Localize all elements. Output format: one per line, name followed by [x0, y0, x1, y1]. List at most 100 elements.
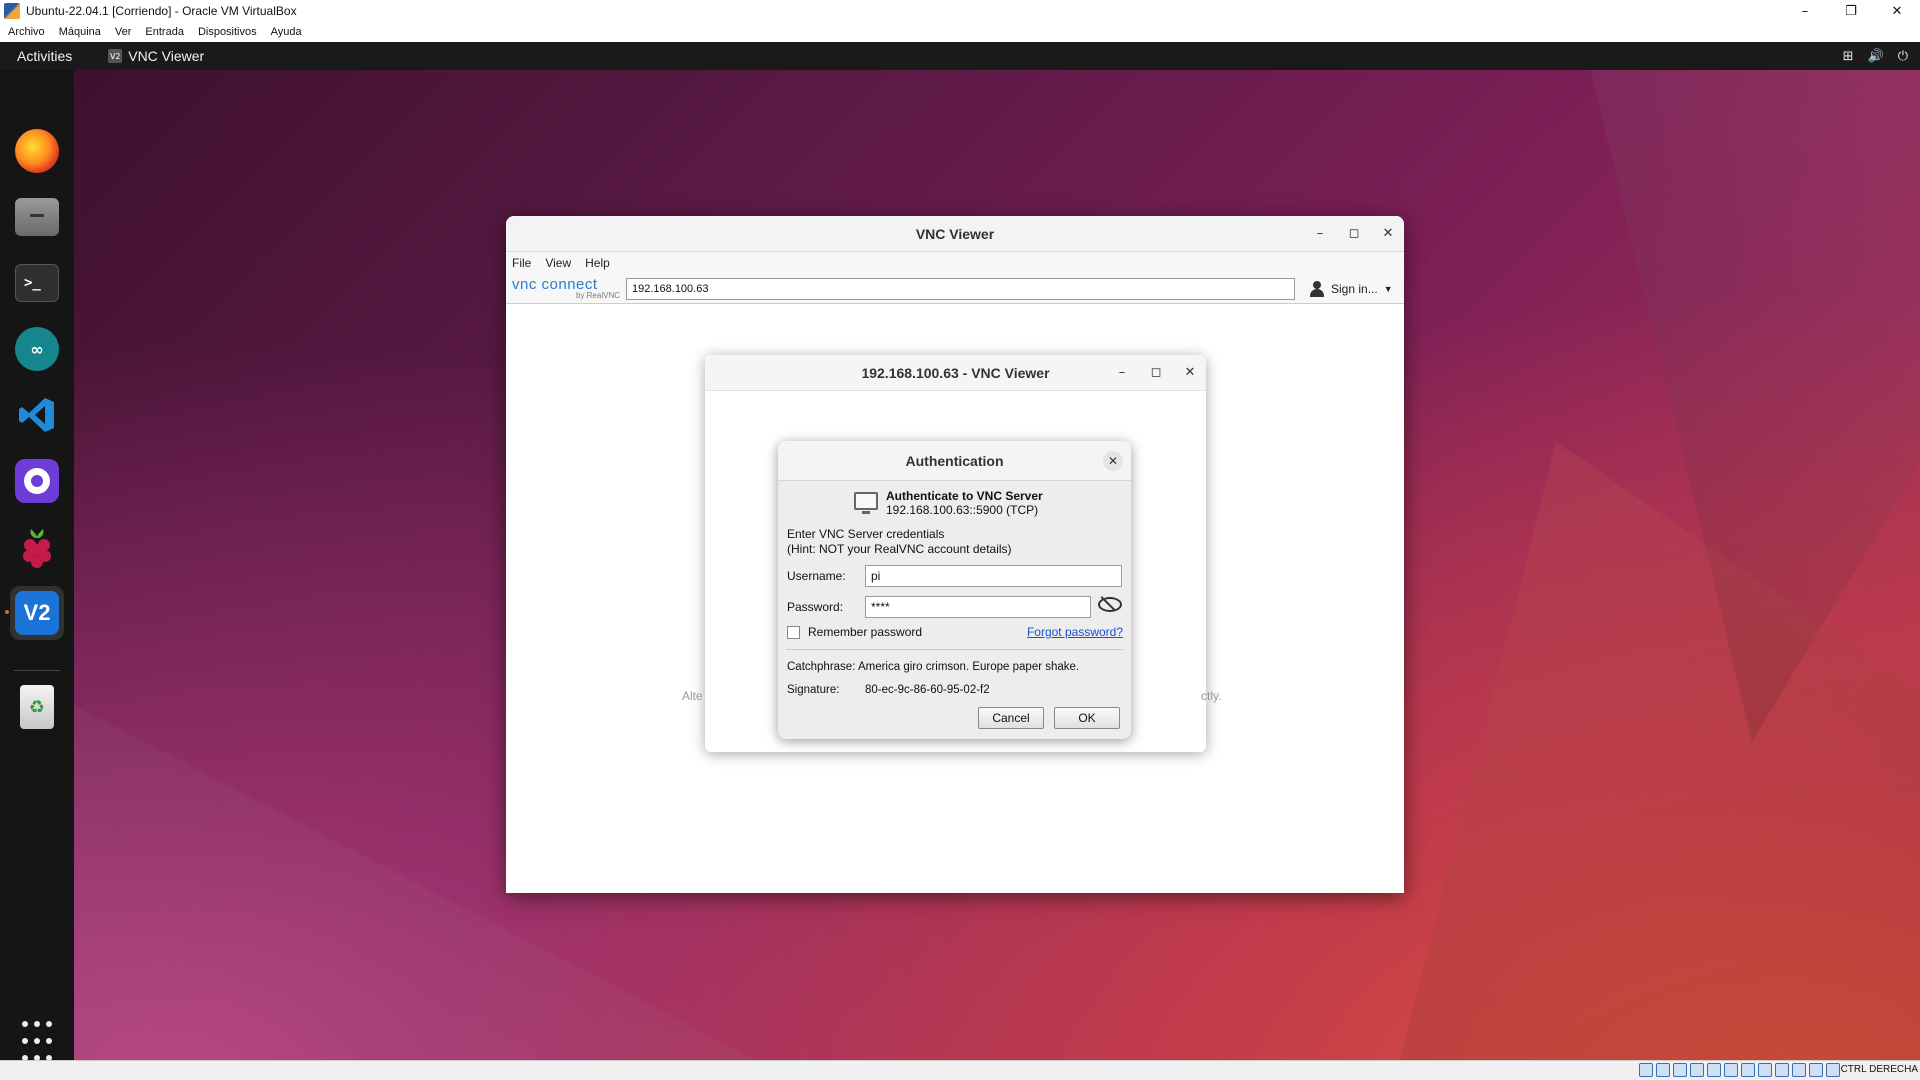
host-menu-archivo[interactable]: Archivo: [8, 26, 45, 38]
auth-titlebar[interactable]: Authentication ✕: [778, 441, 1131, 481]
vscode-icon: [15, 393, 59, 437]
obscured-text-right: ctly.: [1201, 689, 1222, 703]
authentication-dialog: Authentication ✕ Authenticate to VNC Ser…: [778, 441, 1131, 739]
minimize-icon[interactable]: –: [1312, 226, 1328, 241]
trash-icon: ♻: [20, 685, 54, 729]
host-titlebar: Ubuntu-22.04.1 [Corriendo] - Oracle VM V…: [0, 0, 1920, 22]
remember-password-label: Remember password: [808, 625, 923, 639]
dock-item-raspberry-pi-imager[interactable]: [10, 520, 64, 574]
sign-in-button[interactable]: Sign in... ▼: [1309, 280, 1393, 297]
device-icon[interactable]: [1639, 1063, 1653, 1077]
terminal-icon: >_: [15, 264, 59, 302]
close-icon[interactable]: ✕: [1182, 365, 1198, 380]
password-label: Password:: [787, 600, 844, 614]
device-icon[interactable]: [1809, 1063, 1823, 1077]
username-label: Username:: [787, 569, 846, 583]
obscured-text-left: Alte: [682, 689, 703, 703]
app-menu[interactable]: V2 VNC Viewer: [108, 48, 204, 64]
host-close-button[interactable]: ✕: [1874, 0, 1920, 22]
cancel-button[interactable]: Cancel: [978, 707, 1044, 729]
signature-value: 80-ec-9c-86-60-95-02-f2: [865, 684, 990, 696]
host-key-label: CTRL DERECHA: [1840, 1064, 1918, 1075]
dock-item-github[interactable]: [10, 454, 64, 508]
volume-icon[interactable]: 🔊: [1868, 49, 1884, 64]
connection-window-title: 192.168.100.63 - VNC Viewer: [861, 364, 1050, 381]
dock-item-vnc-viewer[interactable]: V2: [5, 586, 64, 640]
host-menu-ver[interactable]: Ver: [115, 26, 132, 38]
firefox-icon: [15, 129, 59, 173]
close-icon[interactable]: ✕: [1103, 451, 1123, 471]
device-icon[interactable]: [1775, 1063, 1789, 1077]
host-menu-maquina[interactable]: Máquina: [59, 26, 101, 38]
virtualbox-icon: [4, 3, 20, 19]
power-icon[interactable]: ⏻: [1898, 49, 1908, 64]
menu-file[interactable]: File: [512, 256, 531, 270]
vnc-menubar: File View Help: [506, 252, 1404, 274]
device-icon[interactable]: [1758, 1063, 1772, 1077]
vnc-viewer-titlebar[interactable]: VNC Viewer – ◻ ✕: [506, 216, 1404, 252]
password-field[interactable]: ****: [865, 596, 1091, 618]
device-icon[interactable]: [1741, 1063, 1755, 1077]
divider: [786, 649, 1123, 650]
chevron-down-icon: ▼: [1383, 283, 1393, 294]
host-status-bar: CTRL DERECHA: [0, 1060, 1920, 1080]
app-grid-icon: [15, 1019, 59, 1060]
connection-titlebar[interactable]: 192.168.100.63 - VNC Viewer – ◻ ✕: [705, 355, 1206, 391]
github-icon: [15, 459, 59, 503]
menu-help[interactable]: Help: [585, 256, 610, 270]
maximize-icon[interactable]: ◻: [1346, 226, 1362, 241]
running-indicator: [5, 610, 9, 614]
device-indicators: [1639, 1063, 1840, 1077]
close-icon[interactable]: ✕: [1380, 226, 1396, 241]
menu-view[interactable]: View: [545, 256, 571, 270]
ok-button[interactable]: OK: [1054, 707, 1120, 729]
dock-item-firefox[interactable]: [10, 124, 64, 178]
sign-in-label: Sign in...: [1331, 281, 1378, 296]
dock-item-terminal[interactable]: >_: [10, 256, 64, 310]
system-tray[interactable]: ⊞ 🔊 ⏻: [1843, 42, 1908, 70]
monitor-icon: [854, 492, 878, 514]
host-menu-dispositivos[interactable]: Dispositivos: [198, 26, 257, 38]
device-icon[interactable]: [1673, 1063, 1687, 1077]
ubuntu-dock: >_ ∞ V2 ♻: [0, 70, 74, 1060]
host-minimize-button[interactable]: –: [1782, 0, 1828, 22]
device-icon[interactable]: [1724, 1063, 1738, 1077]
forgot-password-link[interactable]: Forgot password?: [1027, 625, 1123, 639]
device-icon[interactable]: [1690, 1063, 1704, 1077]
remember-password-checkbox[interactable]: Remember password: [787, 625, 922, 639]
host-restore-button[interactable]: ❐: [1828, 0, 1874, 22]
dock-item-vscode[interactable]: [10, 388, 64, 442]
server-address: 192.168.100.63::5900 (TCP): [886, 503, 1039, 517]
device-icon[interactable]: [1792, 1063, 1806, 1077]
host-window-controls: – ❐ ✕: [1782, 0, 1920, 22]
address-input[interactable]: 192.168.100.63: [626, 277, 1295, 300]
maximize-icon[interactable]: ◻: [1148, 365, 1164, 380]
vnc-toolbar: vnc connect by RealVNC 192.168.100.63 Si…: [506, 274, 1404, 304]
activities-button[interactable]: Activities: [17, 48, 72, 64]
device-icon[interactable]: [1826, 1063, 1840, 1077]
host-window-title: Ubuntu-22.04.1 [Corriendo] - Oracle VM V…: [26, 4, 297, 18]
host-menu-entrada[interactable]: Entrada: [145, 26, 184, 38]
device-icon[interactable]: [1707, 1063, 1721, 1077]
raspberry-icon: [15, 525, 59, 569]
host-menu-ayuda[interactable]: Ayuda: [271, 26, 302, 38]
vnc-viewer-icon: V2: [15, 591, 59, 635]
files-icon: [15, 198, 59, 236]
device-icon[interactable]: [1656, 1063, 1670, 1077]
host-menubar: Archivo Máquina Ver Entrada Dispositivos…: [0, 22, 1920, 42]
dock-item-trash[interactable]: ♻: [10, 680, 64, 734]
checkbox[interactable]: [787, 625, 800, 639]
window-controls: – ◻ ✕: [1312, 216, 1396, 251]
dock-item-arduino[interactable]: ∞: [10, 322, 64, 376]
credentials-hint: Enter VNC Server credentials (Hint: NOT …: [787, 527, 1012, 556]
window-title: VNC Viewer: [915, 225, 995, 242]
username-field[interactable]: pi: [865, 565, 1122, 587]
show-applications-button[interactable]: [10, 1014, 64, 1060]
user-icon: [1309, 280, 1325, 297]
arduino-icon: ∞: [15, 327, 59, 371]
minimize-icon[interactable]: –: [1114, 365, 1130, 380]
app-menu-label: VNC Viewer: [128, 48, 205, 64]
eye-slash-icon[interactable]: [1098, 596, 1122, 612]
dock-item-files[interactable]: [10, 190, 64, 244]
network-icon[interactable]: ⊞: [1843, 49, 1854, 64]
